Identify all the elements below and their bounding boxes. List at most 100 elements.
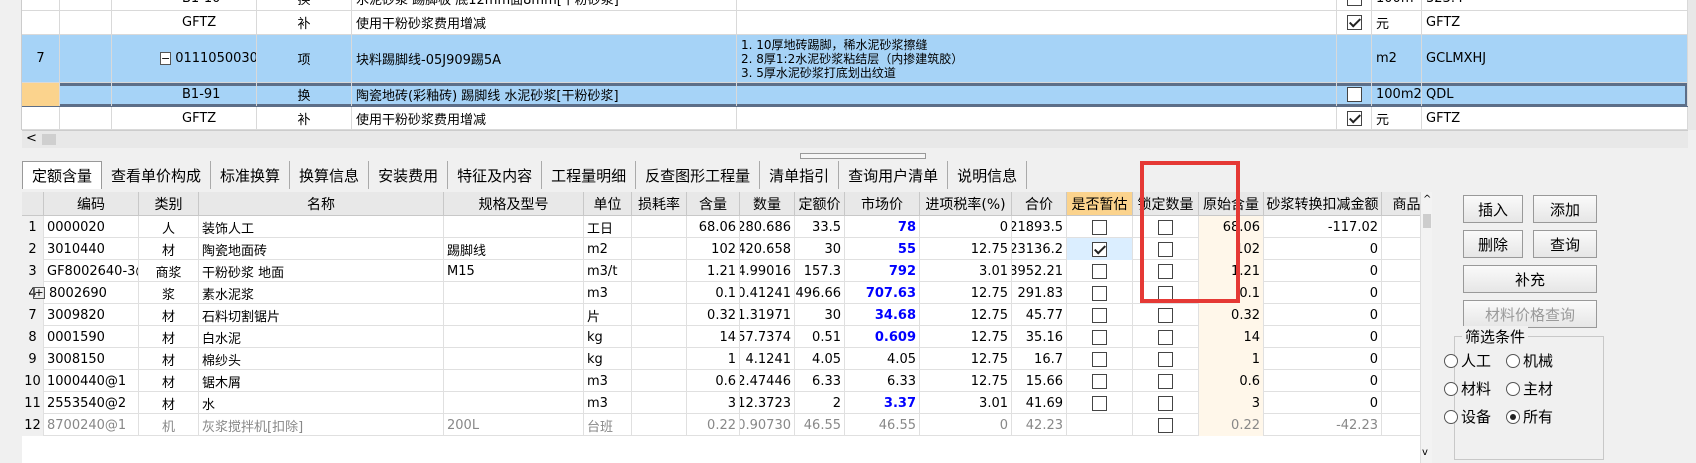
grid-cell[interactable]: 3 <box>1199 392 1264 414</box>
grid-cell[interactable]: 46.55 <box>795 414 845 436</box>
grid-cell[interactable]: 0 <box>1264 238 1382 260</box>
grid-cell[interactable] <box>1067 260 1133 282</box>
lock-qty-checkbox[interactable] <box>1158 395 1173 411</box>
bill-cell[interactable]: GFTZ <box>1422 107 1688 129</box>
bill-checkbox[interactable] <box>1346 87 1362 102</box>
grid-cell[interactable]: M15 <box>444 260 584 282</box>
grid-cell[interactable] <box>632 304 687 326</box>
grid-cell[interactable]: 台班 <box>584 414 632 436</box>
estimate-checkbox[interactable] <box>1092 329 1107 345</box>
grid-cell[interactable]: 1000440@1 <box>44 370 139 392</box>
grid-cell[interactable]: 2553540@2 <box>44 392 139 414</box>
grid-cell[interactable]: 45.77 <box>1012 304 1067 326</box>
grid-cell[interactable]: 200L <box>444 414 584 436</box>
top-horizontal-scrollbar[interactable]: < <box>22 130 1688 148</box>
grid-cell[interactable]: 46.55 <box>845 414 920 436</box>
grid-cell[interactable]: 机 <box>139 414 199 436</box>
grid-cell[interactable]: 片 <box>584 304 632 326</box>
lock-qty-checkbox[interactable] <box>1158 417 1173 433</box>
grid-cell[interactable]: 0.1 <box>687 282 740 304</box>
grid-cell[interactable]: 0 <box>1264 326 1382 348</box>
grid-cell[interactable]: 3010440 <box>44 238 139 260</box>
grid-cell[interactable]: 陶瓷地面砖 <box>199 238 444 260</box>
estimate-checkbox[interactable] <box>1092 307 1107 323</box>
grid-cell[interactable]: 0.22 <box>1199 414 1264 436</box>
filter-option[interactable]: 人工 <box>1444 350 1491 371</box>
grid-cell[interactable]: 浆 <box>139 282 199 304</box>
grid-row[interactable]: 9 3008150 材 棉纱头 kg 1 4.1241 4.05 4.05 12.75 16.7 1 0 <box>22 348 1432 370</box>
grid-header-0[interactable] <box>22 192 44 216</box>
bill-cell[interactable] <box>1337 35 1372 82</box>
expand-plus-icon[interactable]: + <box>33 287 45 299</box>
grid-row[interactable]: 11 2553540@2 材水 m3 3 12.3723 2 3.37 3.01 41.69 3 0 <box>22 392 1432 414</box>
bill-checkbox[interactable] <box>1346 0 1362 6</box>
grid-cell[interactable] <box>444 326 584 348</box>
grid-cell[interactable]: 0 <box>1264 304 1382 326</box>
grid-cell[interactable]: 9 <box>22 348 44 370</box>
tab-9[interactable]: 查询用户清单 <box>839 161 949 189</box>
bill-cell[interactable] <box>1337 83 1372 106</box>
grid-cell[interactable]: 2.47446 <box>740 370 795 392</box>
grid-cell[interactable]: 0 <box>920 414 1012 436</box>
grid-header-1[interactable]: 编码 <box>44 192 139 216</box>
grid-cell[interactable]: 锯木屑 <box>199 370 444 392</box>
grid-cell[interactable]: -42.23 <box>1264 414 1382 436</box>
grid-cell[interactable]: 0.6 <box>1199 370 1264 392</box>
grid-cell[interactable] <box>1133 348 1199 370</box>
tab-1[interactable]: 查看单价构成 <box>102 161 212 189</box>
grid-cell[interactable]: 12.75 <box>920 304 1012 326</box>
grid-cell[interactable]: 材 <box>139 370 199 392</box>
grid-cell[interactable]: 102 <box>687 238 740 260</box>
grid-cell[interactable] <box>632 370 687 392</box>
grid-cell[interactable] <box>444 216 584 238</box>
grid-cell[interactable]: 30 <box>795 304 845 326</box>
grid-cell[interactable]: m3/t <box>584 260 632 282</box>
grid-cell[interactable]: 15.66 <box>1012 370 1067 392</box>
grid-cell[interactable] <box>444 304 584 326</box>
grid-cell[interactable]: 3 <box>687 392 740 414</box>
grid-cell[interactable] <box>1133 392 1199 414</box>
grid-cell[interactable]: 干粉砂浆 地面 <box>199 260 444 282</box>
tab-4[interactable]: 安装费用 <box>369 161 449 189</box>
grid-cell[interactable] <box>1067 216 1133 238</box>
grid-cell[interactable]: 3 <box>22 260 44 282</box>
scroll-down-icon[interactable]: v <box>1422 447 1428 458</box>
grid-cell[interactable] <box>1067 348 1133 370</box>
grid-cell[interactable]: kg <box>584 326 632 348</box>
grid-cell[interactable]: 12.3723 <box>740 392 795 414</box>
bill-row[interactable]: B1-91 换 陶瓷地砖(彩釉砖) 踢脚线 水泥砂浆[干粉砂浆] 100m2 QDL <box>22 83 1688 107</box>
grid-cell[interactable]: 10 <box>22 370 44 392</box>
tab-2[interactable]: 标准换算 <box>211 161 291 189</box>
grid-cell[interactable]: 4.1241 <box>740 348 795 370</box>
tab-7[interactable]: 反查图形工程量 <box>636 161 761 189</box>
lock-qty-checkbox[interactable] <box>1158 329 1173 345</box>
grid-cell[interactable]: 41.69 <box>1012 392 1067 414</box>
grid-cell[interactable] <box>632 392 687 414</box>
grid-header-6[interactable]: 损耗率 <box>632 192 687 216</box>
grid-cell[interactable]: kg <box>584 348 632 370</box>
grid-cell[interactable] <box>632 216 687 238</box>
grid-cell[interactable]: 35.16 <box>1012 326 1067 348</box>
grid-header-11[interactable]: 进项税率(%) <box>920 192 1012 216</box>
grid-cell[interactable] <box>632 326 687 348</box>
grid-row[interactable]: 12 8700240@1 机灰浆搅拌机[扣除] 200L 台班 0.22 0.90730 46… <box>22 414 1432 436</box>
bill-checkbox[interactable] <box>1346 110 1362 126</box>
grid-cell[interactable] <box>444 348 584 370</box>
grid-cell[interactable]: +8002690 <box>33 282 139 304</box>
grid-cell[interactable] <box>1067 414 1133 436</box>
grid-cell[interactable]: 78 <box>845 216 920 238</box>
insert-button[interactable]: 插入 <box>1463 195 1523 223</box>
grid-cell[interactable]: 4.05 <box>795 348 845 370</box>
bill-cell[interactable]: 323.4 <box>1422 0 1688 10</box>
grid-row[interactable]: 8 0001590 材白水泥 kg 14 57.7374 0.51 0.609 12.75 35.… <box>22 326 1432 348</box>
grid-cell[interactable]: 材 <box>139 392 199 414</box>
grid-cell[interactable]: 33.5 <box>795 216 845 238</box>
splitter-handle[interactable] <box>800 153 926 159</box>
grid-cell[interactable]: 灰浆搅拌机[扣除] <box>199 414 444 436</box>
filter-radio[interactable] <box>1444 381 1458 396</box>
grid-cell[interactable]: 0.22 <box>687 414 740 436</box>
bill-checkbox[interactable] <box>1346 15 1362 30</box>
grid-cell[interactable]: 12.75 <box>920 238 1012 260</box>
grid-cell[interactable]: 0 <box>920 216 1012 238</box>
grid-cell[interactable]: 23136.2 <box>1012 238 1067 260</box>
